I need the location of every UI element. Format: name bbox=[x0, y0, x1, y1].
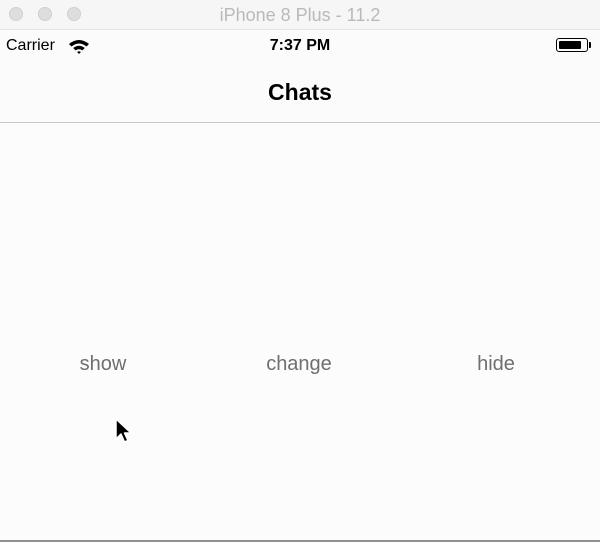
chat-content: show change hide bbox=[0, 123, 600, 540]
mouse-pointer-icon bbox=[115, 418, 132, 443]
battery-fill bbox=[559, 41, 582, 49]
change-button[interactable]: change bbox=[239, 352, 359, 376]
battery-icon bbox=[556, 38, 588, 52]
page-title: Chats bbox=[268, 79, 332, 105]
simulator-window: iPhone 8 Plus - 11.2 Carrier 7:37 PM Cha… bbox=[0, 0, 600, 542]
status-time: 7:37 PM bbox=[269, 37, 331, 54]
window-titlebar: iPhone 8 Plus - 11.2 bbox=[0, 0, 600, 30]
show-button[interactable]: show bbox=[43, 352, 163, 376]
battery-nub bbox=[589, 42, 591, 48]
status-bar: Carrier 7:37 PM bbox=[0, 30, 600, 61]
hide-button[interactable]: hide bbox=[436, 352, 556, 376]
window-title: iPhone 8 Plus - 11.2 bbox=[219, 5, 381, 25]
navigation-bar: Chats bbox=[0, 61, 600, 123]
